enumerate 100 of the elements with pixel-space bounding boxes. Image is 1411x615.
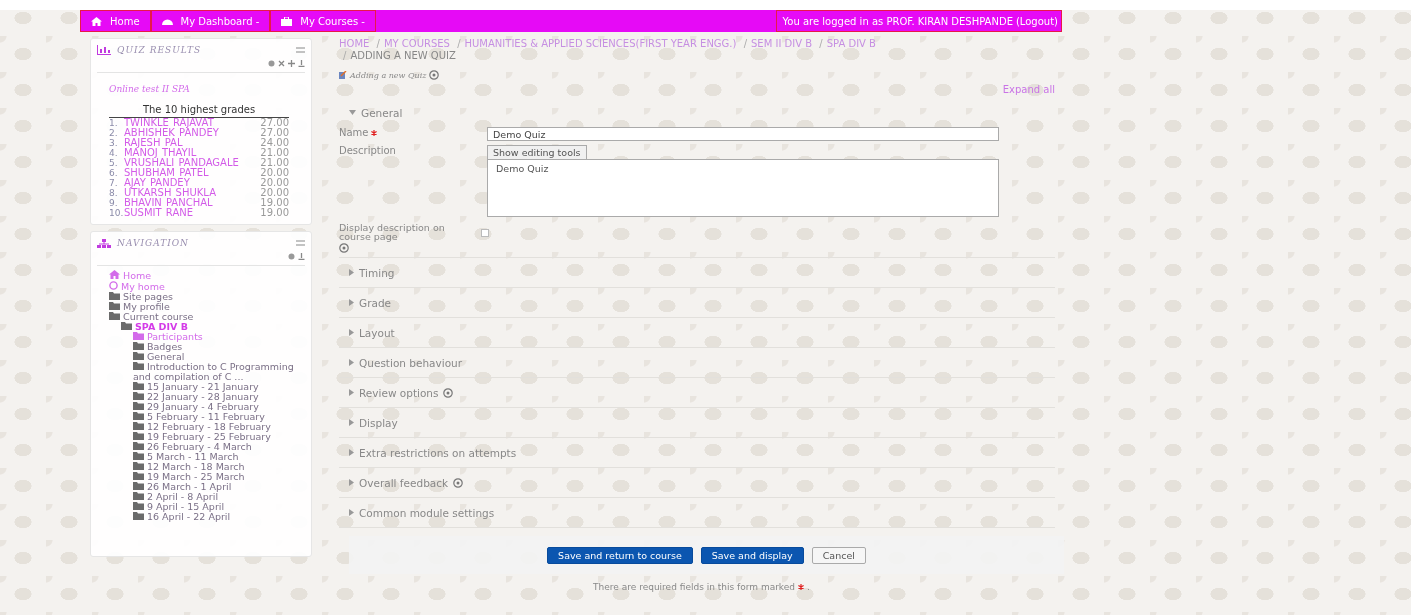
folder-icon xyxy=(109,312,120,320)
student-name-link[interactable]: MANOJ THAYIL xyxy=(123,148,239,158)
grade-cell: 21.00 xyxy=(238,158,289,168)
page-heading: Adding a new Quiz xyxy=(350,70,427,80)
briefcase-icon xyxy=(281,16,293,26)
checkbox[interactable] xyxy=(481,229,489,237)
student-name-link[interactable]: UTKARSH SHUKLA xyxy=(123,188,239,198)
nav-tree-item[interactable]: My home xyxy=(109,281,305,292)
editing-tools-tab[interactable]: Show editing tools xyxy=(487,145,587,159)
hide-icon[interactable] xyxy=(288,252,295,260)
nav-tree-item[interactable]: Badges xyxy=(133,342,305,352)
folder-icon xyxy=(133,472,144,480)
nav-tree-item[interactable]: 26 February - 4 March xyxy=(133,442,305,452)
breadcrumb-current: ADDING A NEW QUIZ xyxy=(350,50,456,61)
folder-icon xyxy=(133,442,144,450)
folder-icon xyxy=(121,322,132,330)
breadcrumb-link[interactable]: HUMANITIES & APPLIED SCIENCES(FIRST YEAR ENGG.) xyxy=(464,38,737,49)
nav-tree-item[interactable]: 5 February - 11 February xyxy=(133,412,305,422)
form-button[interactable]: Cancel xyxy=(811,546,866,564)
form-button[interactable]: Save and return to course xyxy=(547,546,693,564)
folder-icon xyxy=(133,402,144,410)
section-header[interactable]: Layout xyxy=(339,318,395,347)
breadcrumb-link[interactable]: HOME xyxy=(339,38,370,49)
folder-icon xyxy=(133,512,144,520)
home-icon xyxy=(91,16,102,26)
nav-tree-item[interactable]: 2 April - 8 April xyxy=(133,492,305,502)
dock-icon[interactable] xyxy=(298,59,305,67)
nav-tree-item[interactable]: 12 February - 18 February xyxy=(133,422,305,432)
rank-cell: 10. xyxy=(109,208,124,218)
caret-right-icon xyxy=(349,479,354,486)
dock-icon[interactable] xyxy=(298,252,305,260)
grade-cell: 27.00 xyxy=(238,117,289,128)
home-icon xyxy=(109,270,120,279)
student-name-link[interactable]: SUSMIT RANE xyxy=(123,208,239,218)
hide-icon[interactable] xyxy=(268,59,275,67)
breadcrumb-link[interactable]: MY COURSES xyxy=(383,38,450,49)
folder-icon xyxy=(133,382,144,390)
nav-tree-item[interactable]: 29 January - 4 February xyxy=(133,402,305,412)
description-editor[interactable]: Demo Quiz xyxy=(487,159,999,217)
breadcrumb-link[interactable]: SPA DIV B xyxy=(826,38,876,49)
top-nav-link[interactable]: Home xyxy=(80,10,151,32)
grade-cell-text: 20.00 xyxy=(259,168,289,178)
nav-tree-item[interactable]: 5 March - 11 March xyxy=(133,452,305,462)
nav-tree-item[interactable]: My profile xyxy=(109,302,305,312)
grade-cell-text: 20.00 xyxy=(259,178,289,188)
nav-tree-item[interactable]: 16 April - 22 April xyxy=(133,512,305,522)
name-input[interactable]: Demo Quiz xyxy=(487,127,999,141)
section-header[interactable]: Extra restrictions on attempts xyxy=(339,438,517,467)
nav-tree-item[interactable]: Home xyxy=(109,270,305,281)
nav-tree-item[interactable]: 19 March - 25 March xyxy=(133,472,305,482)
section-header[interactable]: General xyxy=(339,98,403,127)
rank-cell-text: 3. xyxy=(109,138,119,148)
grade-cell-text: 19.00 xyxy=(259,198,289,208)
student-name-link[interactable]: TWINKLE RAJAVAT xyxy=(123,117,239,128)
caret-right-icon xyxy=(349,449,354,456)
help-icon[interactable] xyxy=(339,243,349,253)
top-nav-link[interactable]: My Courses - xyxy=(270,10,376,32)
top-nav-link[interactable]: My Dashboard - xyxy=(150,10,271,32)
nav-tree-item[interactable]: Participants xyxy=(133,332,305,342)
student-name-link[interactable]: RAJESH PAL xyxy=(123,138,239,148)
close-icon[interactable] xyxy=(278,59,285,67)
student-name-link[interactable]: AJAY PANDEY xyxy=(123,178,239,188)
section-header[interactable]: Timing xyxy=(339,258,395,287)
nav-tree-item[interactable]: 22 January - 28 January xyxy=(133,392,305,402)
folder-icon xyxy=(133,452,144,460)
nav-tree-item[interactable]: Site pages xyxy=(109,292,305,302)
section-header[interactable]: Grade xyxy=(339,288,391,317)
nav-tree-item[interactable]: 15 January - 21 January xyxy=(133,382,305,392)
logout-link[interactable]: (Logout) xyxy=(1015,15,1058,27)
breadcrumb-separator: / xyxy=(343,50,347,61)
section-header[interactable]: Review options xyxy=(339,378,454,407)
nav-tree-item[interactable]: 9 April - 15 April xyxy=(133,502,305,512)
grade-cell: 21.00 xyxy=(238,148,289,158)
nav-tree-item[interactable]: General xyxy=(133,352,305,362)
folder-icon xyxy=(133,362,144,370)
student-name-link[interactable]: ABHISHEK PANDEY xyxy=(123,128,239,138)
help-icon[interactable] xyxy=(429,70,440,80)
section-header[interactable]: Display xyxy=(339,408,398,437)
help-icon[interactable] xyxy=(443,387,454,398)
section-header[interactable]: Question behaviour xyxy=(339,348,463,377)
nav-tree-item[interactable]: 19 February - 25 February xyxy=(133,432,305,442)
expand-all-link[interactable]: Expand all xyxy=(1002,84,1055,98)
field-label: Description xyxy=(339,145,397,156)
help-icon[interactable] xyxy=(453,477,464,488)
form-button[interactable]: Save and display xyxy=(700,546,804,564)
student-name-link[interactable]: VRUSHALI PANDAGALE xyxy=(123,158,239,168)
folder-icon xyxy=(133,502,144,510)
nav-tree-item[interactable]: 26 March - 1 April xyxy=(133,482,305,492)
section-header[interactable]: Common module settings xyxy=(339,498,495,527)
section-header[interactable]: Overall feedback xyxy=(339,468,464,497)
student-name-link[interactable]: BHAVIN PANCHAL xyxy=(123,198,239,208)
nav-tree-item[interactable]: Current course xyxy=(109,312,305,322)
student-name-link[interactable]: SHUBHAM PATEL xyxy=(123,168,239,178)
quiz-link[interactable]: Online test II SPA xyxy=(109,84,190,94)
folder-icon xyxy=(133,342,144,350)
nav-tree-item[interactable]: Introduction to C Programming and compilation of C ... xyxy=(133,362,305,382)
nav-tree-item[interactable]: SPA DIV B xyxy=(121,322,305,332)
grade-cell-text: 19.00 xyxy=(259,208,289,218)
move-icon[interactable] xyxy=(288,59,295,67)
nav-tree-item[interactable]: 12 March - 18 March xyxy=(133,462,305,472)
